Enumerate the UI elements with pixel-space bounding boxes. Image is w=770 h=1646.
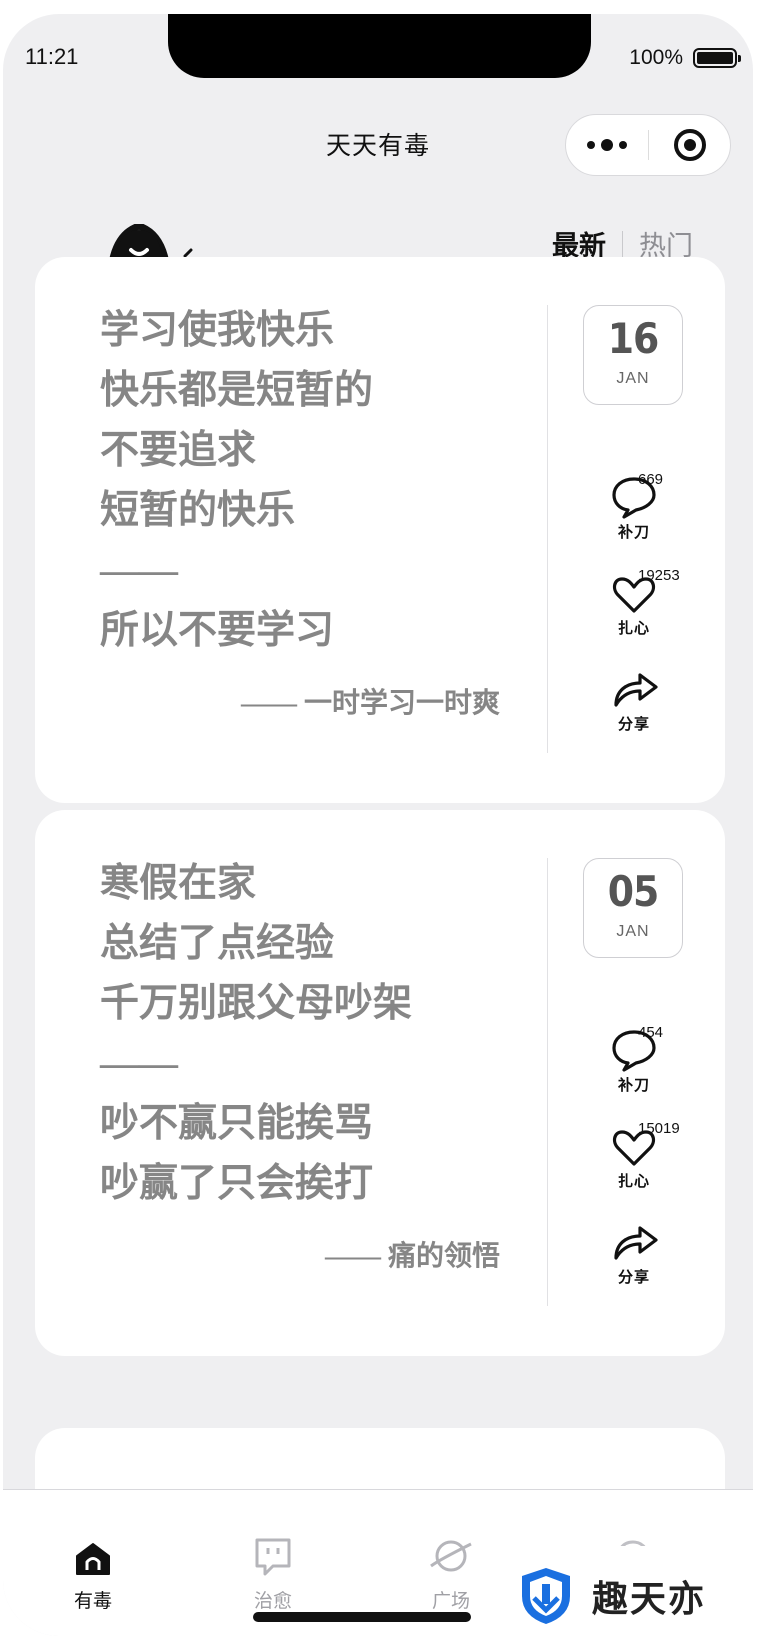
comment-count: 454 (638, 1024, 664, 1041)
like-label: 扎心 (617, 620, 650, 637)
tabbar-item-toxic[interactable]: 有毒 (33, 1532, 153, 1613)
post-card[interactable]: 学习使我快乐 快乐都是短暂的 不要追求 短暂的快乐 —— 所以不要学习 —— 一… (35, 257, 725, 803)
close-target-icon[interactable] (649, 128, 730, 162)
post-line: 快乐都是短暂的 (100, 369, 374, 412)
more-icon[interactable] (566, 139, 648, 151)
post-line: 所以不要学习 (100, 609, 335, 652)
shield-logo-icon (522, 1568, 570, 1624)
date-month: JAN (616, 923, 650, 940)
date-month: JAN (616, 370, 650, 387)
share-label: 分享 (617, 1269, 650, 1286)
post-author: —— 一时学习一时爽 (240, 688, 500, 719)
watermark-text: 趣天亦 (592, 1578, 707, 1619)
tabbar-label: 有毒 (73, 1591, 112, 1612)
home-indicator (253, 1612, 471, 1622)
planet-icon (430, 1540, 472, 1572)
like-count: 15019 (638, 1120, 680, 1137)
share-button[interactable]: 分享 (598, 1220, 670, 1287)
tabbar-label: 治愈 (253, 1591, 292, 1612)
post-line: 短暂的快乐 (100, 489, 296, 532)
post-line: 吵不赢只能挨骂 (100, 1102, 374, 1145)
share-button[interactable]: 分享 (598, 667, 670, 734)
comment-button[interactable]: 669 补刀 (598, 471, 670, 542)
battery-percent: 100% (629, 46, 683, 69)
home-icon (76, 1543, 110, 1575)
date-badge: 16 JAN (583, 305, 683, 405)
post-line: 吵赢了只会挨打 (100, 1162, 374, 1205)
post-card[interactable]: 寒假在家 总结了点经验 千万别跟父母吵架 —— 吵不赢只能挨骂 吵赢了只会挨打 … (35, 810, 725, 1356)
post-text: 寒假在家 总结了点经验 千万别跟父母吵架 —— 吵不赢只能挨骂 吵赢了只会挨打 (100, 854, 520, 1214)
like-button[interactable]: 15019 扎心 (598, 1120, 680, 1191)
chat-icon (255, 1538, 291, 1576)
status-battery: 100% (629, 46, 741, 70)
post-line: —— (100, 1042, 178, 1085)
notch (168, 14, 591, 78)
divider (547, 858, 548, 1306)
post-line: 学习使我快乐 (100, 309, 335, 352)
comment-label: 补刀 (617, 1077, 650, 1094)
tabbar-label: 广场 (431, 1591, 470, 1612)
post-author: —— 痛的领悟 (324, 1241, 500, 1272)
comment-label: 补刀 (617, 524, 650, 541)
share-icon (614, 673, 658, 707)
like-button[interactable]: 19253 扎心 (598, 567, 680, 638)
date-day: 05 (607, 867, 660, 916)
status-time: 11:21 (25, 44, 79, 69)
battery-icon (693, 48, 741, 68)
date-day: 16 (607, 314, 660, 363)
post-line: —— (100, 549, 178, 592)
share-label: 分享 (617, 716, 650, 733)
mini-program-capsule (565, 114, 731, 176)
phone-frame: 11:21 100% 天天有毒 最新 热门 学习使我快乐 快乐都是短暂的 不要追… (3, 14, 753, 1636)
divider (547, 305, 548, 753)
tab-separator (622, 230, 623, 257)
tabbar-item-healing[interactable]: 治愈 (213, 1532, 333, 1613)
post-line: 总结了点经验 (100, 922, 335, 965)
comment-button[interactable]: 454 补刀 (598, 1024, 670, 1095)
like-count: 19253 (638, 567, 680, 584)
like-label: 扎心 (617, 1173, 650, 1190)
comment-count: 669 (638, 471, 664, 488)
date-badge: 05 JAN (583, 858, 683, 958)
share-icon (614, 1226, 658, 1260)
watermark: 趣天亦 (496, 1546, 770, 1646)
post-line: 寒假在家 (100, 862, 257, 905)
post-line: 不要追求 (100, 429, 257, 472)
post-line: 千万别跟父母吵架 (100, 982, 413, 1025)
post-text: 学习使我快乐 快乐都是短暂的 不要追求 短暂的快乐 —— 所以不要学习 (100, 301, 520, 661)
tabbar-item-square[interactable]: 广场 (391, 1532, 511, 1613)
